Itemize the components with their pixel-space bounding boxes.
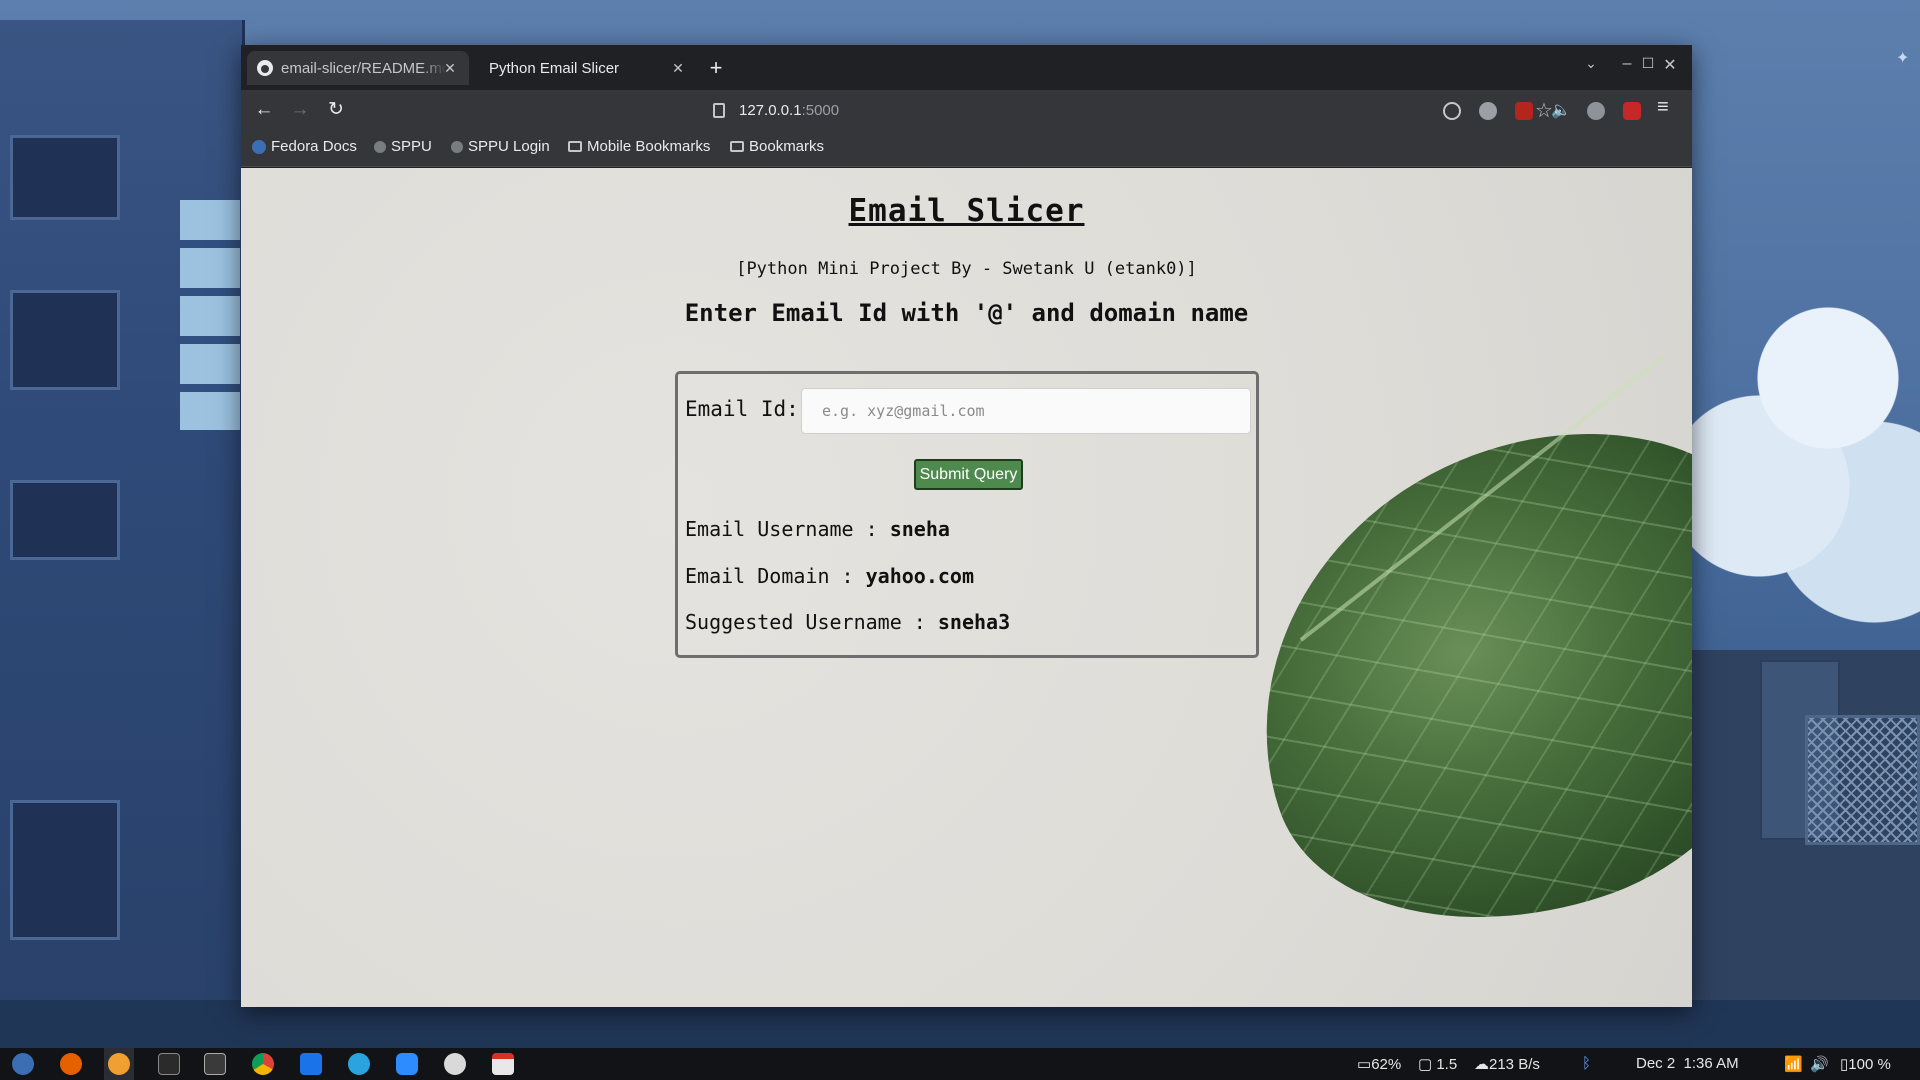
page-content: Email Slicer [Python Mini Project By - S…	[241, 168, 1692, 1007]
telegram-icon[interactable]	[348, 1053, 370, 1075]
address-bar[interactable]: 127.0.0.1:5000 ☆	[473, 94, 1553, 126]
bookmarks-bar: Fedora Docs SPPU SPPU Login Mobile Bookm…	[241, 130, 1692, 167]
tab-email-slicer[interactable]: Python Email Slicer ✕	[471, 51, 697, 85]
close-icon[interactable]: ✕	[441, 59, 459, 77]
wallpaper-window	[10, 480, 120, 560]
time-text: 1:36 AM	[1683, 1055, 1739, 1072]
wallpaper-building-side	[180, 200, 240, 430]
domain-label: Email Domain :	[685, 564, 854, 588]
firefox-icon[interactable]	[60, 1053, 82, 1075]
page-info-icon[interactable]	[713, 102, 725, 118]
tab-title: Python Email Slicer	[489, 59, 620, 77]
toolbar: ← → ↻ 127.0.0.1:5000 ☆ 🔈 ≡	[241, 90, 1692, 130]
network-status[interactable]: ☁213 B/s	[1474, 1055, 1540, 1073]
load-status[interactable]: ▢ 1.5	[1418, 1055, 1457, 1073]
wallpaper-window	[10, 800, 120, 940]
suggested-label: Suggested Username :	[685, 610, 926, 634]
tab-readme[interactable]: email-slicer/README.md ✕	[247, 51, 469, 85]
bookmark-sppu[interactable]: SPPU	[374, 138, 432, 155]
battery-status[interactable]: ▯100 %	[1840, 1055, 1891, 1073]
bluetooth-icon[interactable]: ᛒ	[1582, 1055, 1591, 1072]
url-port: :5000	[801, 101, 840, 119]
bookmark-bookmarks[interactable]: Bookmarks	[730, 138, 824, 155]
wallpaper-window	[10, 135, 120, 220]
username-label: Email Username :	[685, 517, 878, 541]
browser-window: email-slicer/README.md ✕ Python Email Sl…	[241, 45, 1692, 1007]
folder-icon	[730, 141, 744, 152]
suggested-value: sneha3	[937, 610, 1011, 634]
close-window-button[interactable]: ✕	[1659, 55, 1681, 75]
bookmark-sppu-login[interactable]: SPPU Login	[451, 138, 550, 155]
wifi-icon[interactable]: 📶	[1784, 1055, 1803, 1073]
bookmark-label: Fedora Docs	[271, 138, 357, 155]
zoom-icon[interactable]	[396, 1053, 418, 1075]
date-text: Dec 2	[1636, 1055, 1676, 1072]
domain-result: Email Domain : yahoo.com	[685, 564, 974, 588]
submit-button[interactable]: Submit Query	[914, 459, 1023, 490]
wallpaper-window	[10, 290, 120, 390]
clock[interactable]: Dec 2 1:36 AM	[1636, 1055, 1739, 1072]
tab-strip: email-slicer/README.md ✕ Python Email Sl…	[241, 45, 1692, 90]
wallpaper-fence	[1805, 715, 1920, 845]
maximize-button[interactable]: ☐	[1637, 55, 1659, 72]
volume-icon[interactable]: 🔈	[1551, 102, 1571, 120]
url-host: 127.0.0.1	[739, 101, 802, 119]
tab-title: email-slicer/README.md	[281, 59, 446, 77]
username-value: sneha	[889, 517, 950, 541]
bookmark-label: Bookmarks	[749, 138, 825, 155]
email-form-card: Email Id: Submit Query Email Username : …	[675, 371, 1259, 658]
github-icon	[257, 60, 273, 76]
sparkle-icon: ✦	[1896, 50, 1910, 67]
firefox-dev-icon[interactable]	[108, 1053, 130, 1075]
new-tab-button[interactable]: +	[701, 53, 731, 83]
document-viewer-icon[interactable]	[492, 1053, 514, 1075]
wallpaper-ground	[0, 1000, 1920, 1048]
battery-value: 100 %	[1848, 1056, 1891, 1073]
url-text[interactable]: 127.0.0.1:5000	[739, 102, 839, 119]
load-value: 1.5	[1436, 1056, 1458, 1073]
terminal-icon[interactable]	[204, 1053, 226, 1075]
instruction-text: Enter Email Id with '@' and domain name	[684, 299, 1249, 327]
bookmark-label: SPPU Login	[468, 138, 550, 155]
taskbar: ▭62% ▢ 1.5 ☁213 B/s ᛒ Dec 2 1:36 AM 📶 🔊 …	[0, 1048, 1920, 1080]
email-input[interactable]	[801, 388, 1251, 434]
files-icon[interactable]	[300, 1053, 322, 1075]
extension-icon[interactable]	[1623, 102, 1641, 120]
cpu-status[interactable]: ▭62%	[1357, 1055, 1401, 1073]
forward-button[interactable]: →	[286, 96, 314, 124]
chrome-icon[interactable]	[252, 1053, 274, 1075]
tab-search-icon[interactable]: ⌄	[1580, 55, 1602, 72]
close-icon[interactable]: ✕	[669, 59, 687, 77]
sppu-icon	[451, 140, 463, 153]
ublock-icon[interactable]	[1515, 102, 1533, 120]
bookmark-label: SPPU	[391, 138, 432, 155]
network-value: 213 B/s	[1489, 1056, 1540, 1073]
volume-tray-icon[interactable]: 🔊	[1810, 1055, 1829, 1073]
username-result: Email Username : sneha	[685, 517, 950, 541]
page-title: Email Slicer	[848, 193, 1085, 229]
fedora-menu-icon[interactable]	[12, 1053, 34, 1075]
bookmark-fedora-docs[interactable]: Fedora Docs	[252, 138, 357, 155]
app-icon[interactable]	[444, 1053, 466, 1075]
leaf-image	[1193, 372, 1692, 984]
bookmark-mobile-bookmarks[interactable]: Mobile Bookmarks	[568, 138, 710, 155]
domain-value: yahoo.com	[865, 564, 974, 588]
reload-button[interactable]: ↻	[322, 96, 350, 124]
extension-icon[interactable]	[1587, 102, 1605, 120]
minimize-button[interactable]: –	[1616, 55, 1638, 73]
email-label: Email Id:	[685, 397, 799, 421]
folder-icon	[568, 141, 582, 152]
extension-icon[interactable]	[1479, 102, 1497, 120]
menu-icon[interactable]: ≡	[1657, 96, 1669, 119]
bookmark-label: Mobile Bookmarks	[587, 138, 711, 155]
fedora-icon	[252, 139, 266, 154]
suggested-result: Suggested Username : sneha3	[685, 610, 1010, 634]
terminal-app-icon[interactable]	[158, 1053, 180, 1075]
cpu-value: 62%	[1371, 1056, 1402, 1073]
wallpaper-clouds	[1690, 270, 1920, 630]
back-button[interactable]: ←	[250, 96, 278, 124]
extension-icon[interactable]	[1443, 102, 1461, 120]
sppu-icon	[374, 140, 386, 153]
page-subtitle: [Python Mini Project By - Swetank U (eta…	[736, 259, 1197, 279]
